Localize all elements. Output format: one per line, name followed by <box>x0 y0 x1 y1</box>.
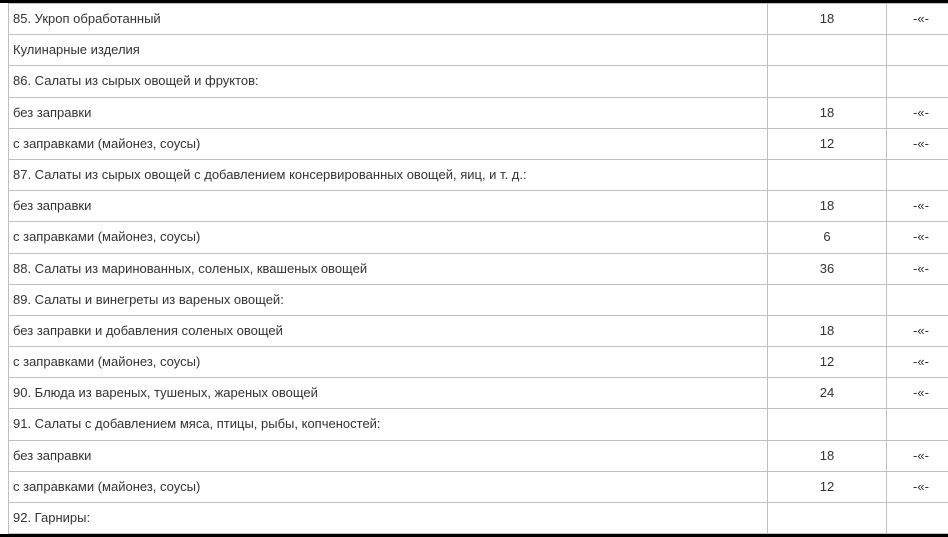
cell-mark <box>887 66 948 97</box>
cell-value <box>768 66 887 97</box>
cell-name: 86. Салаты из сырых овощей и фруктов: <box>9 66 768 97</box>
table-row: с заправками (майонез, соусы)12-«- <box>9 347 948 378</box>
table-row: с заправками (майонез, соусы)6-«- <box>9 222 948 253</box>
table-row: 86. Салаты из сырых овощей и фруктов: <box>9 66 948 97</box>
data-table: 85. Укроп обработанный18-«-Кулинарные из… <box>8 3 948 534</box>
cell-value: 18 <box>768 4 887 35</box>
cell-value: 12 <box>768 347 887 378</box>
cell-mark: -«- <box>887 253 948 284</box>
cell-name: с заправками (майонез, соусы) <box>9 222 768 253</box>
document-page: 85. Укроп обработанный18-«-Кулинарные из… <box>0 0 948 537</box>
cell-mark: -«- <box>887 128 948 159</box>
cell-mark: -«- <box>887 378 948 409</box>
table-row: 88. Салаты из маринованных, соленых, ква… <box>9 253 948 284</box>
cell-mark: -«- <box>887 347 948 378</box>
cell-mark <box>887 159 948 190</box>
cell-name: 90. Блюда из вареных, тушеных, жареных о… <box>9 378 768 409</box>
cell-mark <box>887 35 948 66</box>
table-row: с заправками (майонез, соусы)12-«- <box>9 471 948 502</box>
cell-name: 91. Салаты с добавлением мяса, птицы, ры… <box>9 409 768 440</box>
table-row: 90. Блюда из вареных, тушеных, жареных о… <box>9 378 948 409</box>
cell-mark <box>887 284 948 315</box>
table-body: 85. Укроп обработанный18-«-Кулинарные из… <box>9 4 948 534</box>
table-row: 91. Салаты с добавлением мяса, птицы, ры… <box>9 409 948 440</box>
cell-name: 87. Салаты из сырых овощей с добавлением… <box>9 159 768 190</box>
cell-value: 12 <box>768 471 887 502</box>
cell-name: с заправками (майонез, соусы) <box>9 471 768 502</box>
cell-value: 18 <box>768 191 887 222</box>
table-row: без заправки18-«- <box>9 440 948 471</box>
cell-value <box>768 35 887 66</box>
cell-name: 92. Гарниры: <box>9 503 768 534</box>
cell-value: 18 <box>768 315 887 346</box>
cell-name: без заправки <box>9 440 768 471</box>
cell-value: 6 <box>768 222 887 253</box>
cell-name: 88. Салаты из маринованных, соленых, ква… <box>9 253 768 284</box>
table-row: 89. Салаты и винегреты из вареных овощей… <box>9 284 948 315</box>
cell-mark: -«- <box>887 440 948 471</box>
table-row: без заправки18-«- <box>9 191 948 222</box>
table-row: без заправки и добавления соленых овощей… <box>9 315 948 346</box>
table-row: 92. Гарниры: <box>9 503 948 534</box>
cell-name: без заправки и добавления соленых овощей <box>9 315 768 346</box>
cell-value <box>768 284 887 315</box>
cell-value: 12 <box>768 128 887 159</box>
table-row: Кулинарные изделия <box>9 35 948 66</box>
cell-mark <box>887 503 948 534</box>
cell-mark: -«- <box>887 97 948 128</box>
table-row: 85. Укроп обработанный18-«- <box>9 4 948 35</box>
cell-name: без заправки <box>9 191 768 222</box>
table-row: 87. Салаты из сырых овощей с добавлением… <box>9 159 948 190</box>
cell-value <box>768 503 887 534</box>
cell-mark: -«- <box>887 315 948 346</box>
table-row: с заправками (майонез, соусы)12-«- <box>9 128 948 159</box>
cell-value: 36 <box>768 253 887 284</box>
cell-mark: -«- <box>887 191 948 222</box>
cell-name: 85. Укроп обработанный <box>9 4 768 35</box>
cell-name: Кулинарные изделия <box>9 35 768 66</box>
cell-name: без заправки <box>9 97 768 128</box>
cell-value: 18 <box>768 97 887 128</box>
cell-value: 18 <box>768 440 887 471</box>
cell-mark: -«- <box>887 222 948 253</box>
cell-name: 89. Салаты и винегреты из вареных овощей… <box>9 284 768 315</box>
cell-name: с заправками (майонез, соусы) <box>9 347 768 378</box>
cell-mark: -«- <box>887 471 948 502</box>
cell-value <box>768 409 887 440</box>
cell-mark: -«- <box>887 4 948 35</box>
cell-value: 24 <box>768 378 887 409</box>
cell-mark <box>887 409 948 440</box>
cell-value <box>768 159 887 190</box>
cell-name: с заправками (майонез, соусы) <box>9 128 768 159</box>
table-row: без заправки18-«- <box>9 97 948 128</box>
